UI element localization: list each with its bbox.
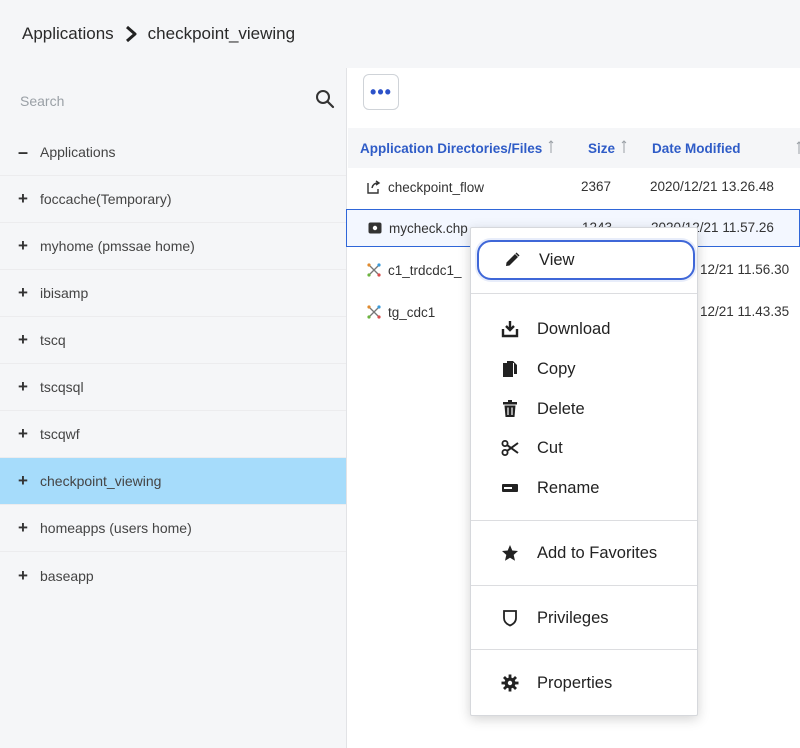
column-header-date[interactable]: Date Modified: [652, 141, 741, 156]
menu-item-add-to-favorites[interactable]: Add to Favorites: [471, 535, 697, 571]
menu-item-rename[interactable]: Rename: [471, 470, 697, 506]
expand-icon[interactable]: +: [18, 283, 40, 303]
tree-item-label: homeapps (users home): [40, 520, 192, 536]
menu-item-delete[interactable]: Delete: [471, 391, 697, 427]
pencil-icon: [501, 250, 523, 270]
application-tree: – Applications + foccache(Temporary) + myh…: [0, 129, 346, 599]
expand-icon[interactable]: +: [18, 189, 40, 209]
menu-item-privileges[interactable]: Privileges: [471, 600, 697, 636]
expand-icon[interactable]: +: [18, 330, 40, 350]
tree-item-label: checkpoint_viewing: [40, 473, 162, 489]
menu-divider: [471, 585, 697, 586]
expand-icon[interactable]: +: [18, 566, 40, 586]
menu-divider: [471, 520, 697, 521]
context-menu: View Download Copy Delete Cut Rename Add…: [470, 227, 698, 716]
sidebar: – Applications +foccache(Temporary) +myh…: [0, 68, 347, 748]
expand-icon[interactable]: +: [18, 471, 40, 491]
file-date: 2020/12/21 13.26.48: [650, 179, 774, 194]
tree-item[interactable]: + myhome (pmssae home): [0, 223, 346, 270]
menu-item-copy[interactable]: Copy: [471, 351, 697, 387]
column-header-label: Size: [588, 140, 616, 156]
sort-icon[interactable]: [796, 141, 800, 155]
star-icon: [499, 543, 521, 563]
tree-item[interactable]: + homeapps (users home): [0, 505, 346, 552]
tree-item-applications[interactable]: – Applications: [0, 129, 346, 176]
file-date: 12/21 11.43.35: [700, 304, 790, 319]
tree-item-label: baseapp: [40, 567, 94, 584]
sort-icon[interactable]: [548, 139, 556, 157]
tree-item-label: myhome (pmssae home): [40, 238, 195, 254]
file-name: mycheck.chp: [389, 220, 468, 236]
file-name-cell: checkpoint_flow: [366, 179, 484, 195]
etl-icon: [366, 304, 382, 320]
file-name-cell: tg_cdc1: [366, 304, 435, 320]
expand-icon[interactable]: +: [18, 236, 40, 256]
table-header: Application Directories/Files Size Date …: [348, 128, 800, 168]
menu-item-properties[interactable]: Properties: [471, 665, 697, 701]
file-name: c1_trdcdc1_: [388, 262, 462, 278]
tree-item-selected[interactable]: + checkpoint_viewing: [0, 458, 346, 505]
breadcrumb: Applications checkpoint_viewing: [0, 0, 800, 68]
column-header-name[interactable]: Application Directories/Files: [360, 139, 556, 157]
download-icon: [499, 319, 521, 339]
tree-item-label: tscqwf: [40, 426, 80, 442]
checkpoint-file-icon: [367, 220, 383, 236]
scissors-icon: [499, 438, 521, 458]
tree-item[interactable]: + tscqsql: [0, 364, 346, 411]
tree-item-label: tscqsql: [40, 379, 84, 395]
file-name: checkpoint_flow: [388, 179, 485, 195]
menu-item-cut[interactable]: Cut: [471, 430, 697, 466]
copy-icon: [499, 359, 521, 379]
etl-icon: [366, 262, 382, 278]
breadcrumb-root[interactable]: Applications: [22, 24, 114, 44]
menu-divider: [471, 649, 697, 650]
column-header-size[interactable]: Size: [588, 139, 629, 157]
tree-item-label: tscq: [40, 332, 66, 348]
tree-item-label: ibisamp: [40, 285, 89, 301]
tree-item[interactable]: + tscq: [0, 317, 346, 364]
search-box: [0, 78, 347, 124]
search-input[interactable]: [20, 93, 290, 109]
breadcrumb-current: checkpoint_viewing: [147, 24, 296, 43]
tree-item[interactable]: + tscqwf: [0, 411, 346, 458]
tree-item[interactable]: + baseapp: [0, 552, 346, 599]
column-header-label: Date Modified: [652, 140, 741, 156]
file-name: tg_cdc1: [388, 304, 436, 320]
expand-icon[interactable]: +: [18, 518, 40, 538]
chevron-right-icon: [124, 25, 138, 43]
tree-item-label: foccache(Temporary): [40, 191, 172, 207]
table-row[interactable]: checkpoint_flow 2367 2020/12/21 13.26.48: [348, 168, 800, 206]
menu-item-download[interactable]: Download: [471, 311, 697, 347]
column-header-label: Application Directories/Files: [360, 140, 543, 156]
file-name-cell: c1_trdcdc1_: [366, 262, 462, 278]
expand-icon[interactable]: +: [18, 377, 40, 397]
tree-item[interactable]: + foccache(Temporary): [0, 176, 346, 223]
tree-item-label: Applications: [40, 144, 116, 160]
tree-item[interactable]: + ibisamp: [0, 270, 346, 317]
shield-icon: [499, 608, 521, 628]
menu-divider: [471, 293, 697, 294]
sort-icon[interactable]: [621, 139, 629, 157]
rename-icon: [499, 478, 521, 498]
more-actions-button[interactable]: •••: [363, 74, 399, 110]
collapse-icon[interactable]: –: [18, 142, 40, 163]
file-name-cell: mycheck.chp: [367, 220, 468, 236]
trash-icon: [499, 399, 521, 419]
file-size: 2367: [581, 179, 612, 194]
menu-item-view[interactable]: View: [477, 240, 695, 280]
gear-icon: [499, 673, 521, 693]
search-icon[interactable]: [315, 89, 335, 114]
flow-icon: [366, 179, 382, 195]
expand-icon[interactable]: +: [18, 424, 40, 444]
file-date: 12/21 11.56.30: [700, 262, 790, 277]
